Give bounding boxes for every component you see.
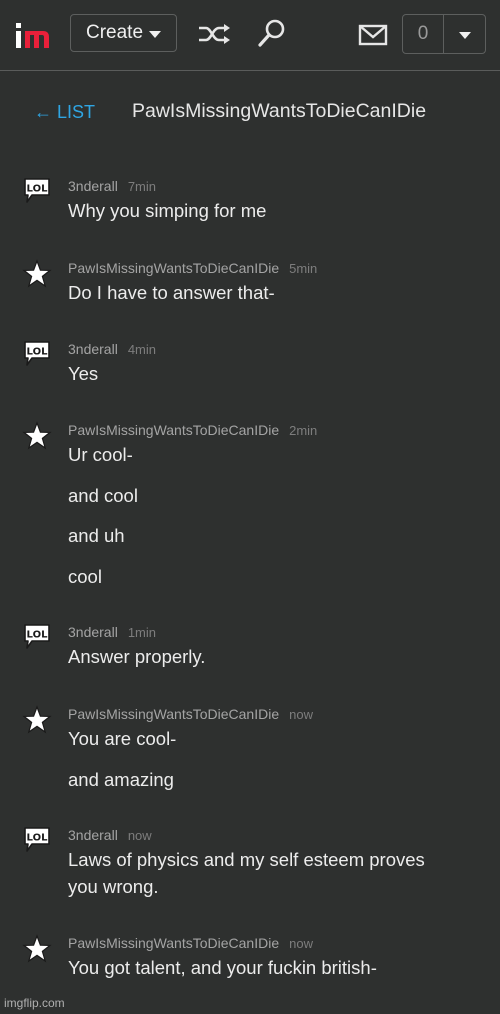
message-meta: 3nderall 4min <box>68 341 156 357</box>
message-username[interactable]: PawIsMissingWantsToDieCanIDie <box>68 260 279 276</box>
notification-dropdown[interactable]: 0 <box>402 14 486 54</box>
lol-icon[interactable]: LOL <box>22 339 52 369</box>
message-meta: PawIsMissingWantsToDieCanIDie 2min <box>68 422 317 438</box>
message-username[interactable]: 3nderall <box>68 827 118 843</box>
message-text: and cool <box>68 484 138 506</box>
message-text: Laws of physics and my self esteem prove… <box>68 849 425 870</box>
message-timestamp: 2min <box>289 423 318 438</box>
conversation-title: PawIsMissingWantsToDieCanIDie <box>132 100 427 122</box>
message-username[interactable]: PawIsMissingWantsToDieCanIDie <box>68 935 279 951</box>
star-icon[interactable] <box>22 705 52 735</box>
message-text: Ur cool- <box>68 444 133 465</box>
imgflip-logo[interactable] <box>14 20 56 50</box>
message-timestamp: 7min <box>127 179 157 194</box>
message-text: and amazing <box>68 768 174 790</box>
star-icon[interactable] <box>22 421 52 451</box>
message-text: You got talent, and your fuckin british- <box>68 957 377 978</box>
star-icon[interactable] <box>22 259 52 289</box>
message-text: and uh <box>68 525 125 546</box>
message-text: cool <box>68 565 102 587</box>
message-username[interactable]: PawIsMissingWantsToDieCanIDie <box>68 422 279 438</box>
message-meta: PawIsMissingWantsToDieCanIDie now <box>68 706 313 722</box>
message-timestamp: now <box>289 936 313 951</box>
message-meta: 3nderall 1min <box>68 624 156 640</box>
notification-count: 0 <box>403 15 444 53</box>
message-username[interactable]: PawIsMissingWantsToDieCanIDie <box>68 706 279 722</box>
lol-icon[interactable]: LOL <box>22 622 52 652</box>
message-timestamp: 5min <box>289 261 318 276</box>
message-timestamp: 1min <box>127 625 157 640</box>
lol-icon-label: LOL <box>27 833 49 844</box>
top-navbar: Create 0 <box>0 0 500 71</box>
chevron-down-icon <box>458 31 471 39</box>
message-timestamp: 4min <box>127 342 157 357</box>
back-to-list-link[interactable]: ← LIST <box>34 102 95 123</box>
message-text: you wrong. <box>68 876 159 897</box>
message-meta: 3nderall 7min <box>68 178 156 194</box>
chevron-down-icon <box>149 30 162 38</box>
message-text: Answer properly. <box>68 646 206 667</box>
message-timestamp: now <box>289 707 313 722</box>
message-username[interactable]: 3nderall <box>68 341 118 357</box>
message-text: You are cool- <box>68 728 177 749</box>
create-button[interactable]: Create <box>70 14 177 52</box>
message-timestamp: now <box>127 828 152 843</box>
message-text: Yes <box>68 363 99 384</box>
star-icon[interactable] <box>22 934 52 964</box>
message-username[interactable]: 3nderall <box>68 178 118 194</box>
lol-icon-label: LOL <box>27 630 49 641</box>
create-button-label: Create <box>85 22 144 43</box>
message-username[interactable]: 3nderall <box>68 624 118 640</box>
shuffle-icon[interactable] <box>197 18 233 50</box>
lol-icon[interactable]: LOL <box>22 176 52 206</box>
message-meta: 3nderall now <box>68 827 152 843</box>
message-text: Do I have to answer that- <box>68 282 275 303</box>
notification-dropdown-toggle[interactable] <box>444 15 485 53</box>
message-meta: PawIsMissingWantsToDieCanIDie now <box>68 935 313 951</box>
mail-icon[interactable] <box>356 18 392 50</box>
message-text: Why you simping for me <box>68 200 267 221</box>
search-icon[interactable] <box>255 18 291 50</box>
message-meta: PawIsMissingWantsToDieCanIDie 5min <box>68 260 317 276</box>
lol-icon-label: LOL <box>27 347 49 358</box>
lol-icon[interactable]: LOL <box>22 825 52 855</box>
lol-icon-label: LOL <box>27 184 49 195</box>
watermark: imgflip.com <box>4 996 65 1010</box>
